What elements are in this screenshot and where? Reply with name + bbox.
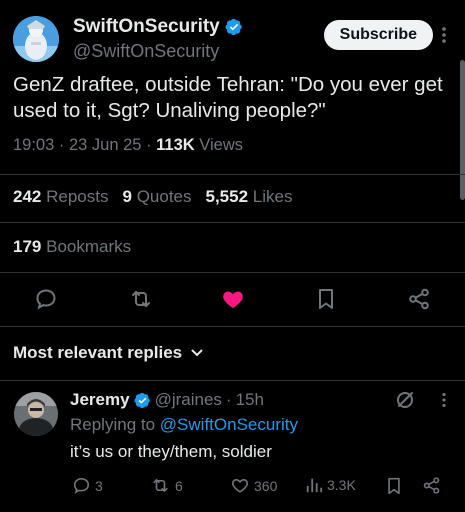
- reply-bubble-icon[interactable]: [33, 286, 59, 312]
- more-dots-icon[interactable]: [441, 26, 447, 44]
- heart-icon: [231, 479, 249, 493]
- engagement-stats: 242 Reposts 9 Quotes 5,552 Likes: [13, 187, 292, 207]
- share-icon: [423, 477, 440, 494]
- reply-like-button[interactable]: 360: [230, 476, 277, 495]
- replying-prefix: Replying to: [70, 415, 156, 434]
- bookmark-icon[interactable]: [313, 286, 339, 312]
- heart-icon[interactable]: [220, 286, 246, 312]
- replying-to-line: Replying to @SwiftOnSecurity: [70, 415, 298, 435]
- tweet-action-bar: [0, 284, 465, 314]
- reply-sort-label: Most relevant replies: [13, 343, 183, 362]
- divider: [0, 272, 465, 273]
- views-label: Views: [199, 136, 244, 154]
- author-handle[interactable]: @SwiftOnSecurity: [73, 41, 243, 62]
- reply-author-avatar[interactable]: [14, 392, 58, 436]
- bookmarks-stat[interactable]: 179 Bookmarks: [13, 237, 131, 257]
- reply-author-handle[interactable]: @jraines: [155, 390, 222, 410]
- reply-bookmark-button[interactable]: [385, 476, 403, 496]
- reply-replies-count: 3: [95, 477, 103, 494]
- repost-icon[interactable]: [128, 286, 154, 312]
- reply-share-button[interactable]: [422, 476, 441, 495]
- reply-views-button[interactable]: 3.3K: [305, 476, 356, 494]
- reply-dot: ·: [225, 390, 232, 409]
- reply-likes-count: 360: [254, 477, 278, 494]
- divider: [0, 380, 465, 381]
- reply-sort-dropdown[interactable]: Most relevant replies: [13, 343, 204, 363]
- quotes-stat[interactable]: 9 Quotes: [122, 187, 191, 207]
- replying-to-mention[interactable]: @SwiftOnSecurity: [160, 415, 298, 434]
- divider: [0, 174, 465, 175]
- reply-header: Jeremy @jraines · 15h: [70, 390, 264, 410]
- reply-reply-button[interactable]: 3: [72, 476, 103, 495]
- reposts-stat[interactable]: 242 Reposts: [13, 187, 108, 207]
- likes-stat[interactable]: 5,552 Likes: [206, 187, 293, 207]
- meta-separator: ·: [146, 136, 157, 154]
- reply-item[interactable]: Jeremy @jraines · 15h Replying to @Swift…: [0, 382, 465, 512]
- reply-age[interactable]: 15h: [236, 390, 264, 410]
- bookmark-icon: [388, 477, 400, 495]
- divider: [0, 222, 465, 223]
- verified-badge-icon: [134, 392, 150, 408]
- tweet-date[interactable]: 23 Jun 25: [69, 136, 141, 154]
- repost-icon: [153, 479, 168, 492]
- subscribe-button[interactable]: Subscribe: [323, 20, 433, 50]
- reply-action-bar: 3 6 360 3.3K: [0, 476, 465, 500]
- share-icon[interactable]: [406, 286, 432, 312]
- reply-text: it’s us or they/them, soldier: [70, 442, 272, 461]
- tweet-time[interactable]: 19:03: [13, 136, 54, 154]
- chevron-down-icon: [191, 349, 203, 357]
- reply-bubble-icon: [73, 477, 90, 494]
- tweet-header: SwiftOnSecurity @SwiftOnSecurity Subscri…: [13, 14, 455, 66]
- reply-author-name[interactable]: Jeremy: [70, 390, 130, 410]
- verified-badge-icon: [225, 18, 242, 36]
- more-dots-icon[interactable]: [441, 392, 447, 408]
- reply-repost-button[interactable]: 6: [150, 476, 183, 495]
- author-name[interactable]: SwiftOnSecurity: [73, 16, 220, 38]
- author-avatar[interactable]: [13, 16, 59, 62]
- reply-views-count: 3.3K: [327, 477, 356, 493]
- divider: [0, 326, 465, 327]
- views-bars-icon: [306, 478, 323, 493]
- meta-separator: ·: [58, 136, 69, 154]
- tweet-text: GenZ draftee, outside Tehran: "Do you ev…: [13, 73, 443, 122]
- reply-reposts-count: 6: [175, 477, 183, 494]
- tweet-meta: 19:03 · 23 Jun 25 · 113K Views: [13, 136, 243, 155]
- views-count: 113K: [156, 136, 195, 154]
- page-scrollbar[interactable]: [460, 60, 465, 200]
- grok-icon[interactable]: [395, 390, 415, 410]
